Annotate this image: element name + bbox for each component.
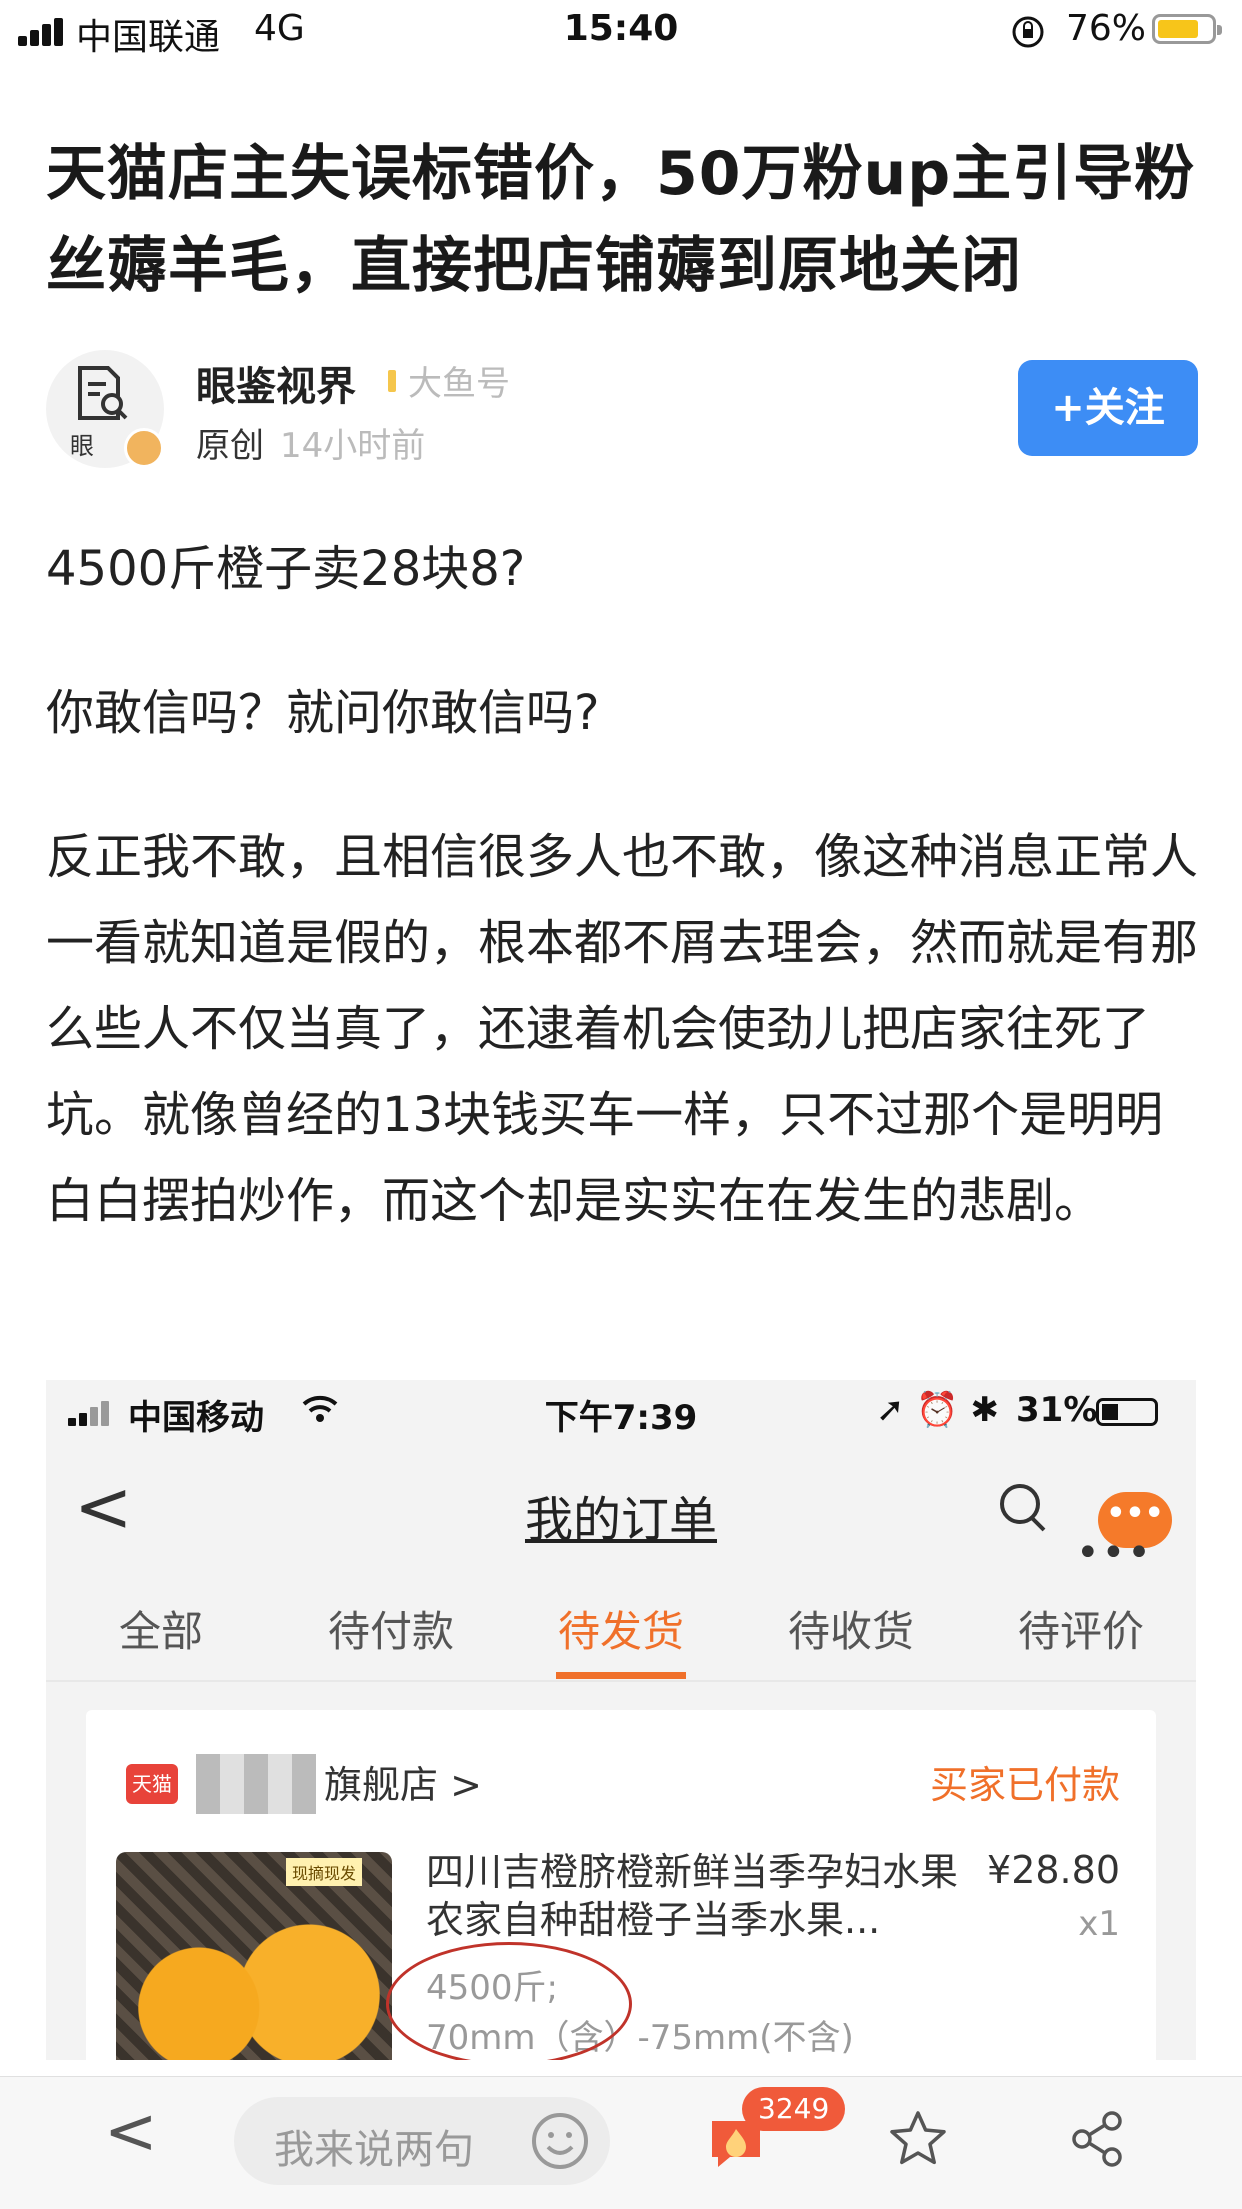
rotation-lock-icon (1012, 16, 1044, 48)
article-image[interactable]: 中国移动 下午7:39 ➚ ⏰ ✱ 31% < 我的订单 ••• ••• 全部 … (46, 1380, 1196, 2060)
tab-all: 全部 (118, 1607, 203, 1656)
paragraph: 4500斤橙子卖28块8? (46, 541, 526, 597)
share-icon[interactable] (1066, 2107, 1130, 2171)
source-label: 大鱼号 (408, 364, 510, 404)
separator-mark (388, 370, 396, 392)
active-tab-indicator (556, 1672, 686, 1679)
shop-name: 旗舰店 > (324, 1763, 482, 1807)
tab-pending-review: 待评价 (1017, 1607, 1144, 1656)
battery-percent: 76% (1066, 8, 1147, 49)
blurred-shop-logo (196, 1754, 316, 1814)
bottom-action-bar: < 我来说两句 3249 (0, 2076, 1242, 2209)
comment-input[interactable]: 我来说两句 (234, 2097, 610, 2185)
embedded-battery-percent: 31% (1016, 1390, 1098, 1430)
back-button[interactable]: < (104, 2095, 158, 2169)
embedded-status-bar: 中国移动 下午7:39 ➚ ⏰ ✱ 31% (46, 1380, 1196, 1440)
product-quantity: x1 (1078, 1904, 1120, 1944)
clock: 15:40 (563, 8, 679, 49)
order-status: 买家已付款 (929, 1763, 1120, 1807)
order-card: 天猫 旗舰店 > 买家已付款 现摘现发 四川吉橙脐橙新鲜当季孕妇水果农家自种甜橙… (86, 1710, 1156, 2060)
paragraph: 你敢信吗？就问你敢信吗? (46, 685, 600, 741)
tab-pending-payment: 待付款 (327, 1607, 454, 1656)
article-title: 天猫店主失误标错价，50万粉up主引导粉丝薅羊毛，直接把店铺薅到原地关闭 (46, 139, 1196, 301)
status-bar: 中国联通 4G 15:40 76% (0, 0, 1242, 62)
comment-placeholder: 我来说两句 (274, 2127, 474, 2173)
emoji-icon[interactable] (528, 2109, 592, 2173)
paragraph: 反正我不敢，且相信很多人也不敢，像这种消息正常人一看就知道是假的，根本都不屑去理… (46, 829, 1199, 1229)
battery-icon (1152, 14, 1222, 44)
tab-pending-shipment: 待发货 (557, 1607, 684, 1656)
embedded-status-icons: ➚ ⏰ ✱ (876, 1390, 999, 1430)
verified-badge-icon (124, 428, 164, 468)
favorite-star-icon[interactable] (886, 2107, 950, 2171)
author-avatar[interactable]: 眼 (46, 350, 164, 468)
follow-button[interactable]: +关注 (1018, 360, 1198, 456)
tmall-logo: 天猫 (126, 1764, 178, 1804)
publish-time: 14小时前 (280, 426, 426, 466)
document-search-icon (78, 366, 128, 420)
embedded-order-tabs: 全部 待付款 待发货 待收货 待评价 (46, 1570, 1196, 1682)
author-name[interactable]: 眼鉴视界 (196, 354, 356, 412)
tab-pending-receipt: 待收货 (787, 1607, 914, 1656)
product-image-tag: 现摘现发 (286, 1858, 363, 1886)
product-price: ¥28.80 (987, 1848, 1120, 1892)
product-name: 四川吉橙脐橙新鲜当季孕妇水果农家自种甜橙子当季水果... (426, 1850, 959, 1942)
embedded-header: < 我的订单 ••• ••• (46, 1440, 1196, 1576)
red-annotation-circle (386, 1942, 632, 2060)
original-label: 原创 (196, 426, 264, 466)
battery-icon (1096, 1398, 1158, 1426)
comment-count-badge: 3249 (742, 2087, 846, 2131)
search-icon (1000, 1484, 1046, 1532)
avatar-caption: 眼 (70, 432, 94, 460)
